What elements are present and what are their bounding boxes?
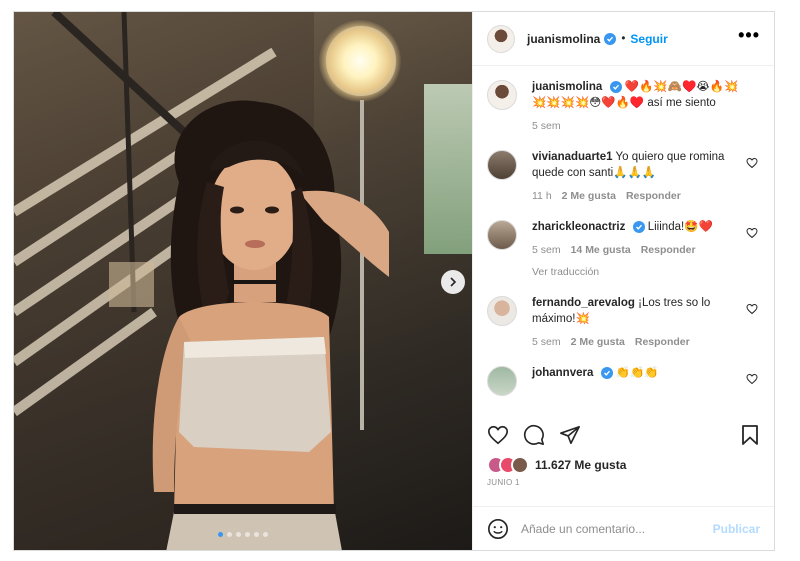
heart-icon[interactable] [746,373,758,385]
liker-avatar [511,456,529,474]
carousel-dot [245,532,250,537]
comment-likes[interactable]: 14 Me gusta [571,242,631,258]
header-separator: • [621,32,626,45]
comment-username[interactable]: johannvera [532,367,593,379]
comment-meta: 11 h 2 Me gusta Responder [532,188,742,204]
comments-list[interactable]: juanismolina ❤️🔥💥🙈♥️😭🔥💥💥💥💥💥😳❤️🔥♥️ así me… [473,67,774,409]
bookmark-icon [742,425,758,445]
heart-icon [488,425,508,445]
verified-icon [609,81,622,93]
author-avatar[interactable] [487,80,517,110]
carousel-dot [227,532,232,537]
comment-likes[interactable]: 2 Me gusta [562,188,616,204]
comment-item: vivianaduarte1 Yo quiero que romina qued… [487,149,760,204]
emoji-icon [488,518,508,539]
caption-body: juanismolina ❤️🔥💥🙈♥️😭🔥💥💥💥💥💥😳❤️🔥♥️ así me… [532,79,742,134]
post-date: JUNIO 1 [487,478,520,487]
comment-composer: Publicar [473,506,774,550]
heart-icon[interactable] [746,157,758,169]
carousel-dot [254,532,259,537]
caption: juanismolina ❤️🔥💥🙈♥️😭🔥💥💥💥💥💥😳❤️🔥♥️ así me… [487,79,760,134]
comment-item: johannvera 👏👏👏 [487,365,760,396]
comment-meta: 5 sem 2 Me gusta Responder [532,334,742,350]
publish-button[interactable]: Publicar [713,522,760,536]
share-icon [560,425,580,445]
post-photo [14,12,472,550]
reply-button[interactable]: Responder [635,334,690,350]
comment-time[interactable]: 11 h [532,188,552,204]
see-translation-link[interactable]: Ver traducción [532,264,742,280]
save-button[interactable] [740,424,760,446]
comment-text: Liiinda!🤩❤️ [647,221,713,233]
next-photo-button[interactable] [441,270,465,294]
likes-summary[interactable]: 11.627 Me gusta [487,456,626,474]
verified-icon [604,32,617,45]
post-header: juanismolina • Seguir ••• [473,12,774,66]
reply-button[interactable]: Responder [626,188,681,204]
emoji-button[interactable] [487,518,509,540]
commenter-avatar[interactable] [487,150,517,180]
window-background [424,84,472,254]
comment-button[interactable] [523,424,545,446]
verified-icon [600,367,613,379]
like-button[interactable] [487,424,509,446]
reply-button[interactable]: Responder [641,242,696,258]
likes-count[interactable]: 11.627 Me gusta [535,458,626,472]
caption-username[interactable]: juanismolina [532,81,602,93]
post-actions [487,420,760,450]
post-modal: juanismolina • Seguir ••• juanismolina ❤… [13,11,775,551]
comment-body: johannvera 👏👏👏 [532,365,742,396]
comment-likes[interactable]: 2 Me gusta [571,334,625,350]
comment-icon [523,424,544,445]
heart-icon[interactable] [746,227,758,239]
comment-body: fernando_arevalog ¡Los tres so lo máximo… [532,295,742,350]
comment-item: fernando_arevalog ¡Los tres so lo máximo… [487,295,760,350]
caption-time[interactable]: 5 sem [532,118,561,134]
verified-icon [632,221,645,233]
caption-meta: 5 sem [532,118,742,134]
share-button[interactable] [559,424,581,446]
next-arrow-icon [450,277,457,287]
studio-light [319,20,401,102]
woman-figure [152,100,389,550]
comment-username[interactable]: fernando_arevalog [532,297,635,309]
author-username[interactable]: juanismolina [527,32,600,46]
comment-body: vivianaduarte1 Yo quiero que romina qued… [532,149,742,204]
comment-time[interactable]: 5 sem [532,334,561,350]
comment-item: zharickleonactriz Liiinda!🤩❤️ 5 sem 14 M… [487,219,760,280]
comment-body: zharickleonactriz Liiinda!🤩❤️ 5 sem 14 M… [532,219,742,280]
comment-meta: 5 sem 14 Me gusta Responder [532,242,742,258]
carousel-dot [263,532,268,537]
follow-button[interactable]: Seguir [630,32,667,46]
commenter-avatar[interactable] [487,220,517,250]
comment-input[interactable] [521,521,701,536]
carousel-dot [236,532,241,537]
carousel-indicator [218,532,268,537]
commenter-avatar[interactable] [487,296,517,326]
post-side-panel: juanismolina • Seguir ••• juanismolina ❤… [472,12,774,550]
heart-icon[interactable] [746,303,758,315]
comment-text: 👏👏👏 [615,367,659,379]
commenter-avatar[interactable] [487,366,517,396]
more-icon[interactable]: ••• [738,26,760,44]
author-avatar[interactable] [487,24,515,53]
carousel-dot [218,532,223,537]
comment-time[interactable]: 5 sem [532,242,561,258]
comment-username[interactable]: zharickleonactriz [532,221,625,233]
comment-username[interactable]: vivianaduarte1 [532,151,613,163]
